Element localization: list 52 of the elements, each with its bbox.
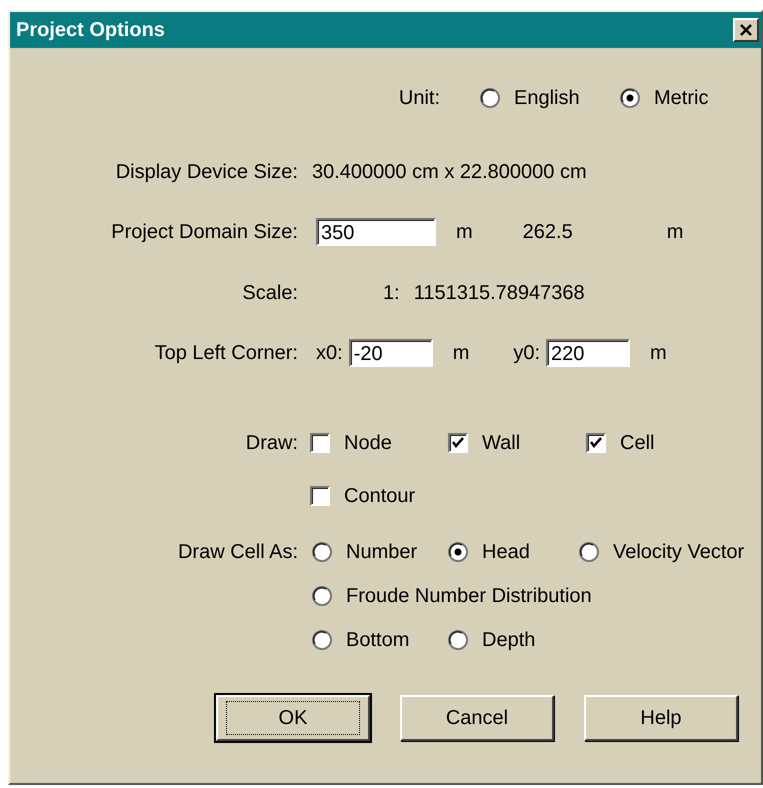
field-label: Display Device Size:: [114, 160, 298, 184]
radio-button[interactable]: [579, 542, 599, 562]
field-label: Top Left Corner:: [154, 342, 298, 364]
radio-label: Bottom: [346, 628, 410, 652]
field-label: y0:: [513, 342, 540, 364]
checkbox-label: Cell: [620, 432, 654, 454]
field-label: Project Domain Size:: [110, 220, 298, 244]
input-field[interactable]: 220: [546, 339, 630, 367]
device-size-value: 30.400000 cm x 22.800000 cm: [312, 160, 587, 184]
scale-prefix: 1:: [383, 282, 400, 304]
dialog-button[interactable]: Cancel: [400, 695, 554, 741]
radio-button[interactable]: [312, 630, 332, 650]
radio-label: Head: [482, 540, 530, 564]
checkbox[interactable]: [586, 433, 606, 453]
checkbox[interactable]: [448, 433, 468, 453]
radio-label: Velocity Vector: [613, 540, 744, 564]
radio-button[interactable]: [480, 88, 500, 108]
radio-button[interactable]: [448, 542, 468, 562]
radio-button[interactable]: [312, 542, 332, 562]
unit-text: m: [452, 342, 470, 364]
input-field[interactable]: 350: [316, 218, 436, 246]
radio-label: English: [514, 86, 580, 110]
unit-text: m: [666, 220, 684, 244]
close-icon: [739, 23, 753, 37]
window-title: Project Options: [16, 18, 165, 42]
radio-label: Metric: [654, 86, 708, 110]
input-field[interactable]: -20: [348, 339, 433, 367]
radio-label: Depth: [482, 628, 536, 652]
radio-label: Froude Number Distribution: [346, 584, 592, 608]
checkbox-label: Wall: [482, 432, 520, 454]
unit-text: m: [456, 220, 473, 244]
field-label: Scale:: [241, 282, 298, 304]
dialog-button[interactable]: OK: [216, 695, 370, 741]
scale-value: 1151315.78947368: [414, 282, 585, 304]
radio-button[interactable]: [312, 586, 332, 606]
checkbox[interactable]: [310, 486, 330, 506]
radio-label: Number: [346, 540, 418, 564]
close-button[interactable]: [733, 18, 759, 42]
check-icon: [589, 436, 603, 450]
unit-label: Unit:: [398, 86, 440, 110]
value-text: 262.5: [522, 220, 573, 244]
unit-text: m: [650, 342, 667, 364]
checkbox-label: Contour: [344, 484, 416, 508]
radio-button[interactable]: [620, 88, 640, 108]
check-icon: [451, 436, 465, 450]
field-label: x0:: [316, 342, 343, 364]
radio-button[interactable]: [448, 630, 468, 650]
dialog-button[interactable]: Help: [584, 695, 738, 741]
checkbox-label: Node: [344, 432, 392, 454]
field-label: Draw:: [244, 432, 298, 454]
checkbox[interactable]: [310, 433, 330, 453]
field-label: Draw Cell As:: [176, 540, 298, 564]
